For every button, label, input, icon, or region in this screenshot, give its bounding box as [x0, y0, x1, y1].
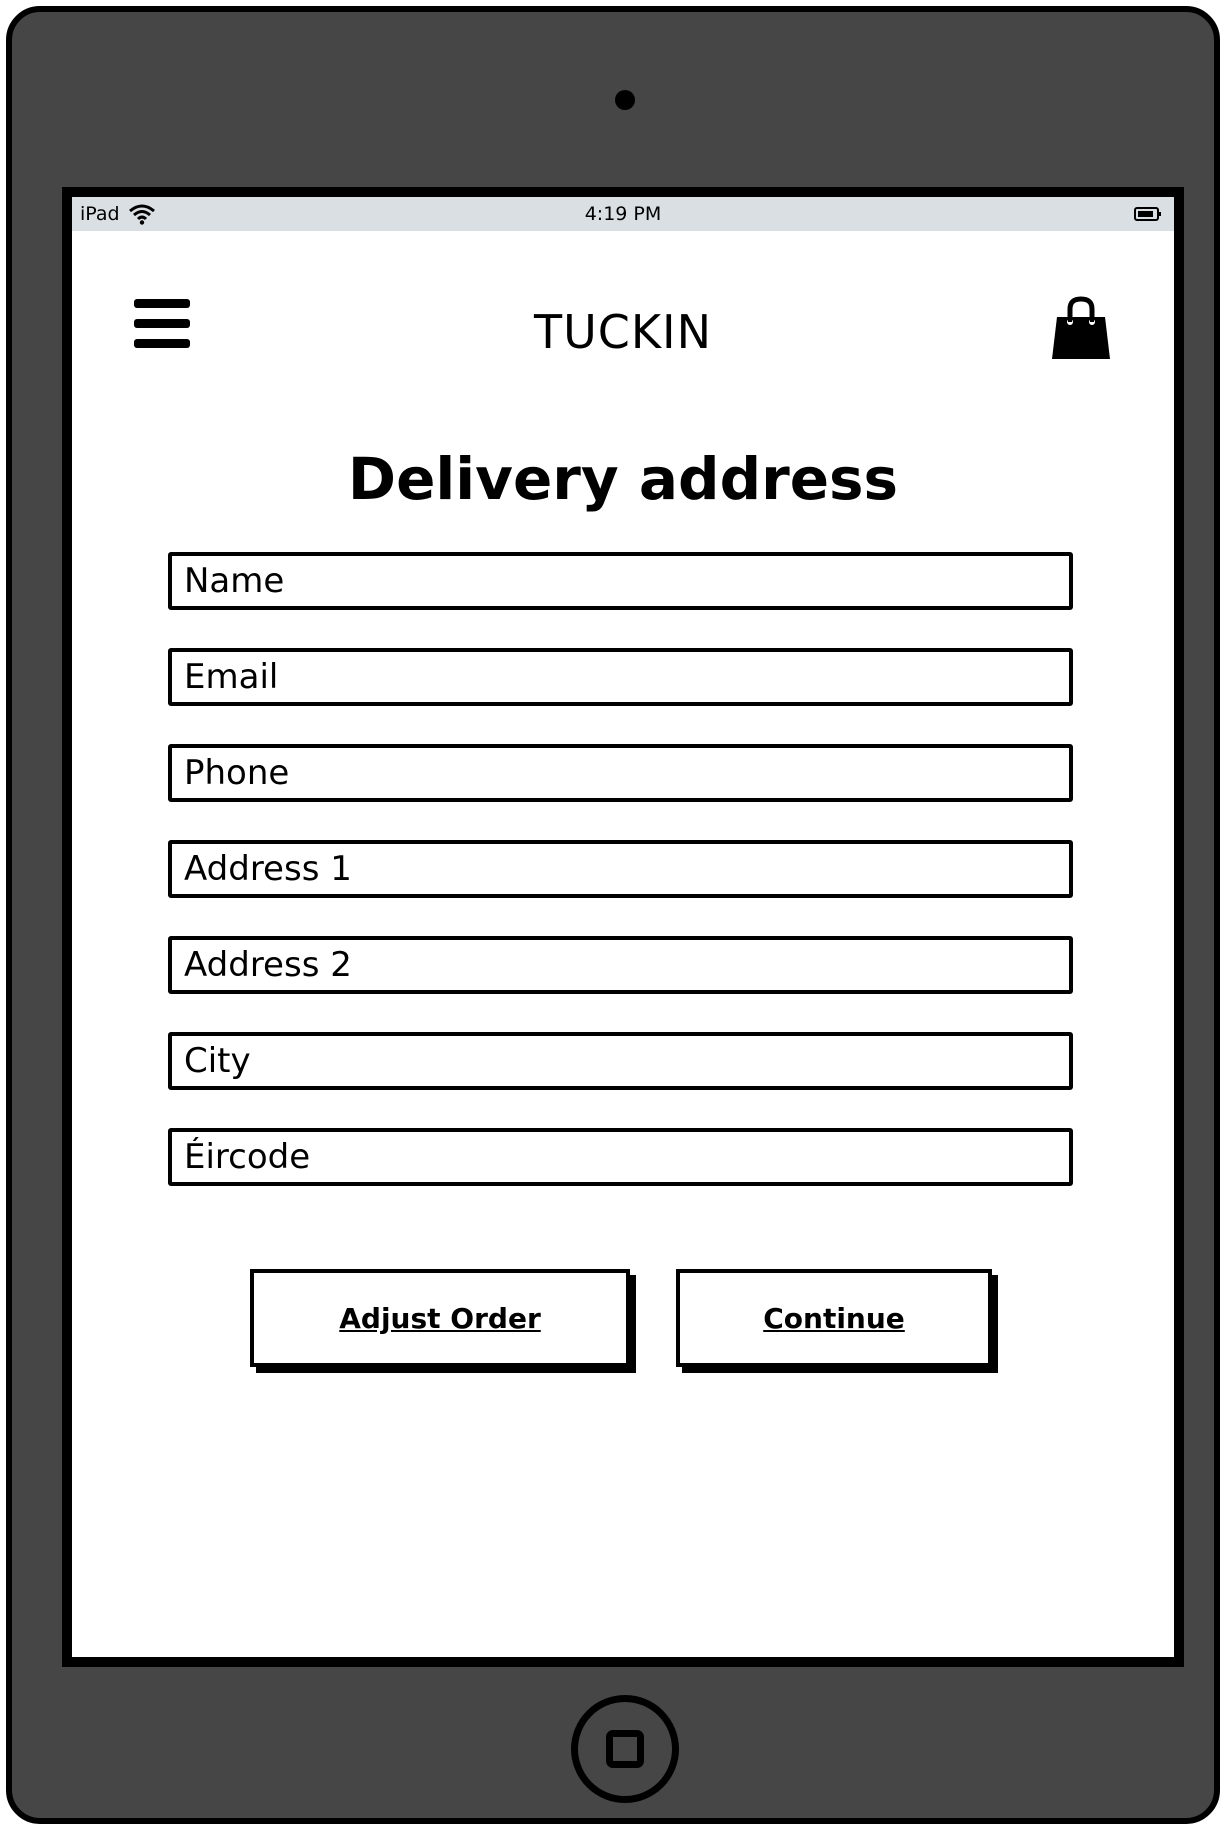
- page-title: Delivery address: [347, 445, 899, 513]
- continue-button[interactable]: Continue: [676, 1269, 992, 1367]
- brand-title[interactable]: TUCKIN: [72, 305, 1174, 359]
- name-field[interactable]: [168, 552, 1073, 610]
- status-bar: iPad 4:19 PM: [72, 197, 1174, 231]
- camera-icon: [615, 90, 635, 110]
- shopping-bag-icon[interactable]: [1048, 295, 1114, 363]
- city-field[interactable]: [168, 1032, 1073, 1090]
- adjust-order-button[interactable]: Adjust Order: [250, 1269, 630, 1367]
- phone-field[interactable]: [168, 744, 1073, 802]
- battery-icon: [1134, 207, 1161, 221]
- home-square-icon: [606, 1730, 644, 1768]
- tablet-frame: iPad 4:19 PM TUCKIN Delivery address Nam…: [6, 6, 1220, 1824]
- eircode-field[interactable]: [168, 1128, 1073, 1186]
- address-2-field[interactable]: [168, 936, 1073, 994]
- home-button[interactable]: [571, 1695, 679, 1803]
- status-time: 4:19 PM: [584, 203, 662, 225]
- address-1-field[interactable]: [168, 840, 1073, 898]
- email-field[interactable]: [168, 648, 1073, 706]
- screen: iPad 4:19 PM TUCKIN Delivery address Nam…: [62, 187, 1184, 1667]
